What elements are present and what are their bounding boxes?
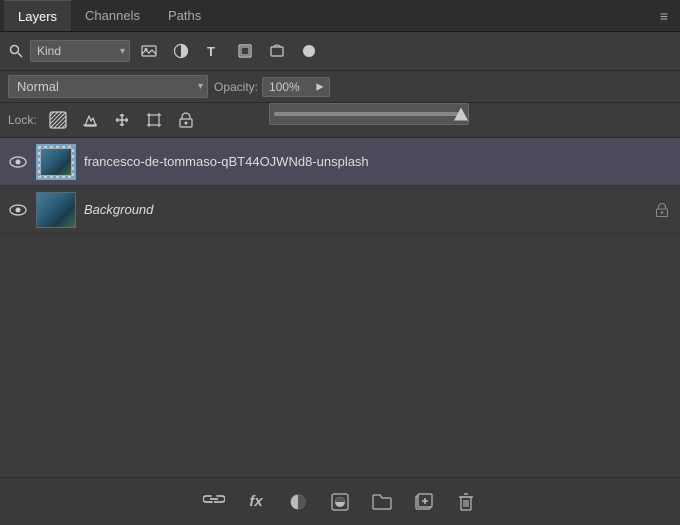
circle-filter-icon[interactable]: [296, 38, 322, 64]
panel-menu-icon[interactable]: ≡: [652, 8, 676, 24]
layer-mask-btn[interactable]: [324, 486, 356, 518]
opacity-value-wrapper: [262, 77, 330, 97]
lock-all-btn[interactable]: [173, 107, 199, 133]
svg-text:T: T: [207, 44, 215, 59]
delete-layer-btn[interactable]: [450, 486, 482, 518]
tab-bar: Layers Channels Paths ≡: [0, 0, 680, 32]
layer-item-0[interactable]: francesco-de-tommaso-qBT44OJWNd8-unsplas…: [0, 138, 680, 186]
link-layers-btn[interactable]: [198, 486, 230, 518]
image-filter-icon[interactable]: [136, 38, 162, 64]
layers-panel: Layers Channels Paths ≡ Kind Name Effect…: [0, 0, 680, 525]
layer-thumb-0: [36, 144, 76, 180]
layers-list: francesco-de-tommaso-qBT44OJWNd8-unsplas…: [0, 138, 680, 477]
blend-mode-select[interactable]: Normal Dissolve Darken Multiply Color Bu…: [8, 75, 208, 98]
new-layer-btn[interactable]: [408, 486, 440, 518]
opacity-label: Opacity:: [214, 80, 258, 94]
layer-visibility-1[interactable]: [8, 203, 28, 217]
shape-filter-icon[interactable]: [232, 38, 258, 64]
layer-thumb-1: [36, 192, 76, 228]
layer-lock-icon-1: [652, 203, 672, 217]
lock-transparent-btn[interactable]: [45, 107, 71, 133]
lock-position-btn[interactable]: [109, 107, 135, 133]
layer-name-0: francesco-de-tommaso-qBT44OJWNd8-unsplas…: [84, 154, 672, 169]
bottom-toolbar: fx: [0, 477, 680, 525]
empty-layers-area: [0, 234, 680, 334]
lock-image-btn[interactable]: [77, 107, 103, 133]
fx-label: fx: [249, 493, 262, 510]
lock-artboard-btn[interactable]: [141, 107, 167, 133]
new-adjustment-layer-btn[interactable]: [282, 486, 314, 518]
opacity-slider-popup: [269, 103, 469, 125]
new-group-btn[interactable]: [366, 486, 398, 518]
layer-name-1: Background: [84, 202, 644, 217]
filter-row: Kind Name Effect Mode Attribute Color: [0, 32, 680, 71]
blend-opacity-row: Normal Dissolve Darken Multiply Color Bu…: [0, 71, 680, 103]
layer-item-1[interactable]: Background: [0, 186, 680, 234]
smartobject-filter-icon[interactable]: [264, 38, 290, 64]
tab-paths[interactable]: Paths: [154, 0, 215, 31]
fx-btn[interactable]: fx: [240, 486, 272, 518]
text-filter-icon[interactable]: T: [200, 38, 226, 64]
kind-select-wrapper[interactable]: Kind Name Effect Mode Attribute Color: [30, 40, 130, 62]
adjustment-filter-icon[interactable]: [168, 38, 194, 64]
search-icon: [8, 43, 24, 59]
opacity-slider-track[interactable]: [274, 112, 464, 116]
layer-visibility-0[interactable]: [8, 155, 28, 169]
tab-channels[interactable]: Channels: [71, 0, 154, 31]
opacity-dropdown-arrow[interactable]: [310, 77, 330, 97]
kind-select[interactable]: Kind Name Effect Mode Attribute Color: [30, 40, 130, 62]
blend-mode-wrapper[interactable]: Normal Dissolve Darken Multiply Color Bu…: [8, 75, 208, 98]
opacity-group: Opacity:: [214, 77, 330, 97]
lock-label: Lock:: [8, 113, 37, 127]
tab-layers[interactable]: Layers: [4, 0, 71, 31]
opacity-slider-thumb[interactable]: [454, 107, 468, 120]
